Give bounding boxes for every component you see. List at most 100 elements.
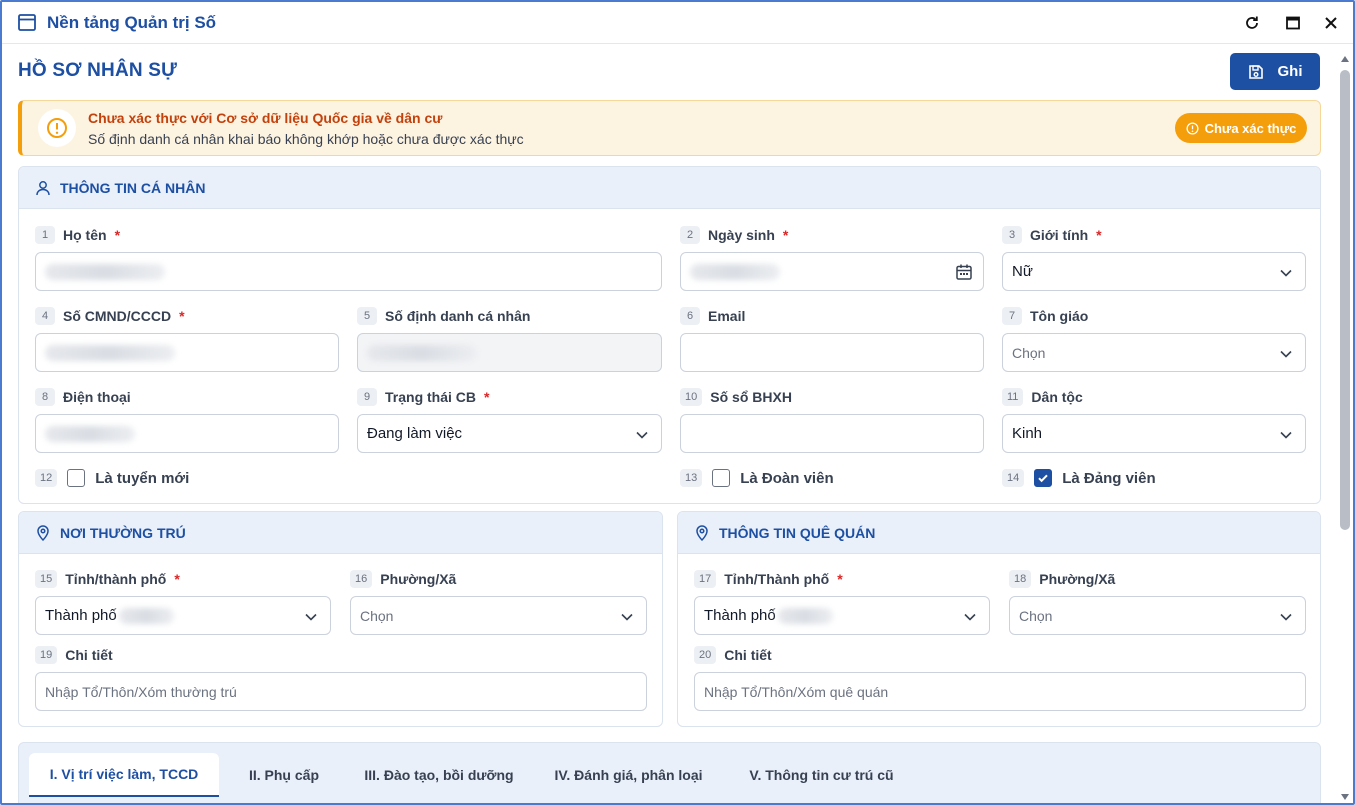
hometown-tinh-label: 17 Tỉnh/Thành phố *	[694, 570, 843, 588]
email-label: 6 Email	[680, 307, 745, 325]
cmnd-label: 4 Số CMND/CCCD *	[35, 307, 185, 325]
required-mark: *	[782, 227, 789, 243]
dang-vien-checkbox-row[interactable]: 14 Là Đảng viên	[1002, 469, 1156, 487]
dan-toc-select[interactable]: Kinh	[1002, 414, 1306, 453]
redacted-value	[690, 263, 780, 280]
residence-chi-tiet-input[interactable]: Nhập Tổ/Thôn/Xóm thường trú	[35, 672, 647, 711]
field-number: 11	[1002, 388, 1024, 406]
tab-cu-tru-cu[interactable]: V. Thông tin cư trú cũ	[734, 753, 909, 797]
location-pin-icon	[37, 525, 49, 541]
tab-danh-gia[interactable]: IV. Đánh giá, phân loại	[541, 753, 716, 797]
gioi-tinh-label: 3 Giới tính *	[1002, 226, 1102, 244]
label-text: Giới tính	[1030, 227, 1089, 243]
page-title: HỒ SƠ NHÂN SỰ	[18, 60, 178, 81]
select-value: Kinh	[1012, 425, 1043, 442]
tab-vi-tri-viec-lam[interactable]: I. Vị trí việc làm, TCCD	[29, 753, 219, 797]
hometown-chi-tiet-input[interactable]: Nhập Tổ/Thôn/Xóm quê quán	[694, 672, 1306, 711]
checkbox-label: Là tuyển mới	[95, 469, 190, 487]
dien-thoai-label: 8 Điện thoại	[35, 388, 131, 406]
dang-vien-checkbox[interactable]	[1034, 469, 1053, 487]
detail-tabs: I. Vị trí việc làm, TCCD II. Phụ cấp III…	[18, 742, 1321, 803]
tuyen-moi-checkbox[interactable]	[67, 469, 86, 487]
dien-thoai-input[interactable]	[35, 414, 339, 453]
close-icon[interactable]	[1323, 15, 1339, 31]
scroll-up-icon[interactable]	[1341, 56, 1349, 62]
bhxh-input[interactable]	[680, 414, 984, 453]
save-button[interactable]: Ghi	[1230, 53, 1320, 90]
personal-info-title: THÔNG TIN CÁ NHÂN	[60, 180, 206, 196]
dinh-danh-input	[357, 333, 662, 372]
ho-ten-input[interactable]	[35, 252, 662, 291]
select-value: Thành phố	[704, 607, 776, 624]
chevron-down-icon	[621, 613, 633, 621]
dan-toc-label: 11 Dân tộc	[1002, 388, 1083, 406]
trang-thai-select[interactable]: Đang làm việc	[357, 414, 662, 453]
hometown-chi-tiet-label: 20 Chi tiết	[694, 646, 772, 664]
warning-icon	[47, 118, 67, 138]
select-value: Đang làm việc	[367, 425, 463, 442]
save-button-label: Ghi	[1277, 63, 1303, 80]
gioi-tinh-select[interactable]: Nữ	[1002, 252, 1306, 291]
verification-alert: Chưa xác thực với Cơ sở dữ liệu Quốc gia…	[18, 100, 1321, 156]
field-number: 17	[694, 570, 717, 588]
alert-icon-wrap	[38, 109, 76, 147]
window-icon	[18, 14, 36, 31]
refresh-icon[interactable]	[1244, 15, 1260, 31]
ho-ten-label: 1 Họ tên *	[35, 226, 120, 244]
redacted-value	[118, 607, 174, 624]
checkbox-label: Là Đảng viên	[1062, 469, 1156, 487]
alert-title: Chưa xác thực với Cơ sở dữ liệu Quốc gia…	[88, 110, 443, 126]
tab-dao-tao[interactable]: III. Đào tạo, bồi dưỡng	[349, 753, 529, 797]
label-text: Số định danh cá nhân	[385, 308, 531, 324]
label-text: Họ tên	[63, 227, 107, 243]
chevron-down-icon	[1280, 269, 1292, 277]
label-text: Số sổ BHXH	[710, 389, 792, 405]
field-number: 9	[357, 388, 377, 406]
cmnd-input[interactable]	[35, 333, 339, 372]
input-placeholder: Nhập Tổ/Thôn/Xóm quê quán	[704, 683, 889, 700]
hometown-title: THÔNG TIN QUÊ QUÁN	[719, 525, 876, 541]
required-mark: *	[484, 389, 490, 405]
scroll-thumb[interactable]	[1340, 70, 1350, 530]
residence-title: NƠI THƯỜNG TRÚ	[60, 525, 186, 541]
redacted-value	[45, 263, 165, 280]
email-input[interactable]	[680, 333, 984, 372]
label-text: Điện thoại	[63, 389, 131, 405]
personal-info-header: THÔNG TIN CÁ NHÂN	[19, 167, 1320, 209]
select-value: Chọn	[1019, 607, 1053, 624]
redacted-value	[45, 425, 135, 442]
location-pin-icon	[696, 525, 708, 541]
field-number: 10	[680, 388, 703, 406]
maximize-icon[interactable]	[1285, 15, 1301, 31]
required-mark: *	[174, 571, 180, 587]
unverified-button[interactable]: Chưa xác thực	[1175, 113, 1307, 143]
label-text: Chi tiết	[65, 647, 113, 663]
field-number: 5	[357, 307, 377, 325]
checkbox-label: Là Đoàn viên	[740, 469, 834, 487]
label-text: Trạng thái CB	[385, 389, 477, 405]
ngay-sinh-input[interactable]	[680, 252, 984, 291]
hometown-tinh-select[interactable]: Thành phố	[694, 596, 990, 635]
required-mark: *	[179, 308, 185, 324]
calendar-icon[interactable]	[955, 263, 973, 281]
vertical-scrollbar[interactable]	[1337, 46, 1353, 803]
scroll-down-icon[interactable]	[1341, 794, 1349, 800]
residence-section: NƠI THƯỜNG TRÚ 15 Tỉnh/thành phố * 16 Ph…	[18, 511, 663, 727]
field-number: 12	[35, 469, 58, 487]
doan-vien-checkbox[interactable]	[712, 469, 731, 487]
label-text: Ngày sinh	[708, 227, 775, 243]
alert-description: Số định danh cá nhân khai báo không khớp…	[88, 131, 524, 147]
residence-header: NƠI THƯỜNG TRÚ	[19, 512, 662, 554]
doan-vien-checkbox-row[interactable]: 13 Là Đoàn viên	[680, 469, 834, 487]
field-number: 19	[35, 646, 58, 664]
required-mark: *	[1096, 227, 1102, 243]
hometown-phuong-select[interactable]: Chọn	[1009, 596, 1306, 635]
label-text: Chi tiết	[724, 647, 772, 663]
residence-phuong-select[interactable]: Chọn	[350, 596, 647, 635]
field-number: 13	[680, 469, 703, 487]
residence-tinh-select[interactable]: Thành phố	[35, 596, 331, 635]
hometown-section: THÔNG TIN QUÊ QUÁN 17 Tỉnh/Thành phố * 1…	[677, 511, 1321, 727]
tab-phu-cap[interactable]: II. Phụ cấp	[229, 753, 339, 797]
ton-giao-select[interactable]: Chọn	[1002, 333, 1306, 372]
tuyen-moi-checkbox-row[interactable]: 12 Là tuyển mới	[35, 469, 189, 487]
